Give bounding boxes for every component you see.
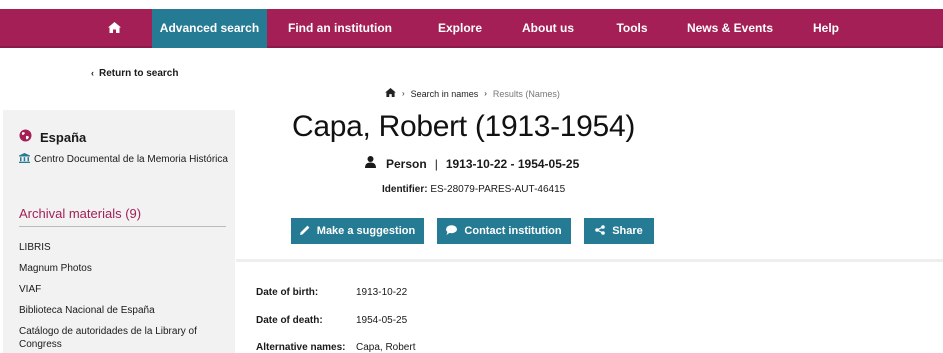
breadcrumb-search-in-names[interactable]: Search in names: [411, 89, 479, 99]
nav-find-institution[interactable]: Find an institution: [285, 9, 395, 48]
detail-value: 1954-05-25: [356, 315, 408, 326]
institution-icon: [19, 153, 30, 167]
archival-materials-list: LIBRIS Magnum Photos VIAF Biblioteca Nac…: [19, 241, 229, 353]
detail-label: Alternative names:: [256, 342, 346, 353]
detail-row-date-of-birth: Date of birth: 1913-10-22: [256, 287, 407, 298]
sidebar-divider: [19, 226, 226, 227]
nav-tools[interactable]: Tools: [603, 9, 661, 48]
make-suggestion-button[interactable]: Make a suggestion: [291, 218, 424, 244]
meta-separator: |: [434, 156, 438, 171]
breadcrumb-results: Results (Names): [492, 88, 560, 99]
detail-value: 1913-10-22: [356, 287, 408, 298]
make-suggestion-label: Make a suggestion: [316, 225, 416, 237]
identifier-value: ES-28079-PARES-AUT-46415: [430, 184, 566, 195]
archival-materials-heading[interactable]: Archival materials (9): [19, 206, 141, 221]
nav-about-us[interactable]: About us: [512, 9, 584, 48]
nav-explore[interactable]: Explore: [424, 9, 496, 48]
detail-row-date-of-death: Date of death: 1954-05-25: [256, 315, 407, 326]
sidebar-country[interactable]: España: [19, 129, 86, 145]
page-title: Capa, Robert (1913-1954): [292, 110, 636, 143]
return-to-search-label: Return to search: [99, 68, 179, 79]
contact-institution-button[interactable]: Contact institution: [437, 218, 571, 244]
record-dates: 1913-10-22 - 1954-05-25: [445, 156, 580, 171]
record-type: Person: [386, 156, 427, 171]
list-item[interactable]: Catálogo de autoridades de la Library of…: [19, 325, 229, 351]
list-item[interactable]: Magnum Photos: [19, 262, 229, 275]
nav-home[interactable]: [78, 9, 150, 48]
nav-advanced-search[interactable]: Advanced search: [152, 9, 267, 48]
chevron-left-icon: ‹: [91, 68, 94, 78]
globe-icon: [19, 129, 32, 145]
detail-row-alternative-names: Alternative names: Capa, Robert: [256, 342, 415, 353]
sidebar-institution-label: Centro Documental de la Memoria Históric…: [34, 154, 228, 165]
chevron-right-icon: ›: [402, 89, 405, 98]
detail-label: Date of birth:: [256, 287, 319, 298]
person-icon: [365, 156, 376, 171]
share-button[interactable]: Share: [584, 218, 654, 244]
detail-value: Capa, Robert: [356, 342, 416, 353]
list-item[interactable]: Biblioteca Nacional de España: [19, 304, 229, 317]
detail-label: Date of death:: [256, 315, 323, 326]
main-nav: Advanced search Find an institution Expl…: [0, 9, 943, 48]
speech-bubble-icon: [446, 224, 464, 238]
sidebar-institution[interactable]: Centro Documental de la Memoria Históric…: [19, 153, 229, 167]
record-meta: Person | 1913-10-22 - 1954-05-25: [365, 156, 579, 171]
sidebar-country-label: España: [40, 129, 87, 145]
nav-help[interactable]: Help: [800, 9, 852, 48]
chevron-right-icon: ›: [484, 89, 487, 98]
identifier-label: Identifier:: [382, 184, 428, 195]
contact-institution-label: Contact institution: [464, 225, 562, 237]
breadcrumb: › Search in names › Results (Names): [385, 88, 560, 99]
sidebar: España Centro Documental de la Memoria H…: [3, 110, 235, 353]
share-icon: [595, 224, 612, 238]
home-icon: [107, 21, 121, 35]
breadcrumb-home-icon[interactable]: [385, 88, 396, 99]
details-panel: Date of birth: 1913-10-22 Date of death: 1…: [236, 259, 943, 353]
share-label: Share: [612, 225, 643, 237]
nav-news-events[interactable]: News & Events: [678, 9, 782, 48]
return-to-search-link[interactable]: ‹ Return to search: [91, 68, 178, 79]
list-item[interactable]: VIAF: [19, 283, 229, 296]
list-item[interactable]: LIBRIS: [19, 241, 229, 254]
pencil-icon: [299, 225, 317, 238]
record-identifier: Identifier: ES-28079-PARES-AUT-46415: [382, 184, 565, 195]
